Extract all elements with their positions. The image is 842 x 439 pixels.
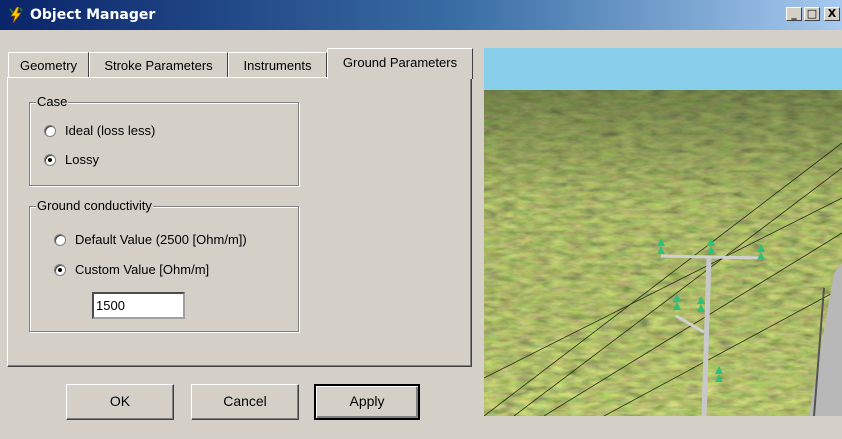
radio-button[interactable] — [54, 234, 66, 246]
close-button[interactable]: X — [824, 7, 840, 21]
custom-value-input[interactable] — [92, 292, 185, 319]
case-group: Case Ideal (loss less) Lossy — [29, 94, 299, 186]
radio-default-value-label: Default Value (2500 [Ohm/m]) — [75, 232, 247, 247]
title-bar[interactable]: Object Manager _ □ X — [0, 0, 842, 30]
tab-instruments[interactable]: Instruments — [228, 52, 327, 77]
maximize-button[interactable]: □ — [804, 7, 820, 21]
radio-custom-value-label: Custom Value [Ohm/m] — [75, 262, 210, 277]
3d-viewport[interactable] — [484, 48, 842, 416]
ground-conductivity-title: Ground conductivity — [36, 198, 153, 213]
radio-button[interactable] — [54, 264, 66, 276]
apply-button[interactable]: Apply — [314, 384, 420, 420]
case-group-title: Case — [36, 94, 69, 109]
radio-lossy-label: Lossy — [65, 152, 99, 167]
tab-geometry[interactable]: Geometry — [8, 52, 89, 77]
radio-ideal-label: Ideal (loss less) — [65, 123, 156, 138]
window-title: Object Manager — [30, 7, 156, 23]
scene-render — [484, 48, 842, 416]
minimize-button[interactable]: _ — [786, 7, 802, 21]
radio-button[interactable] — [44, 154, 56, 166]
lightning-icon — [9, 7, 23, 23]
radio-button[interactable] — [44, 125, 56, 137]
sky — [484, 48, 842, 93]
ok-button[interactable]: OK — [66, 384, 174, 420]
cancel-button[interactable]: Cancel — [191, 384, 299, 420]
tab-ground-parameters[interactable]: Ground Parameters — [327, 48, 473, 79]
tab-stroke-parameters[interactable]: Stroke Parameters — [89, 52, 228, 77]
